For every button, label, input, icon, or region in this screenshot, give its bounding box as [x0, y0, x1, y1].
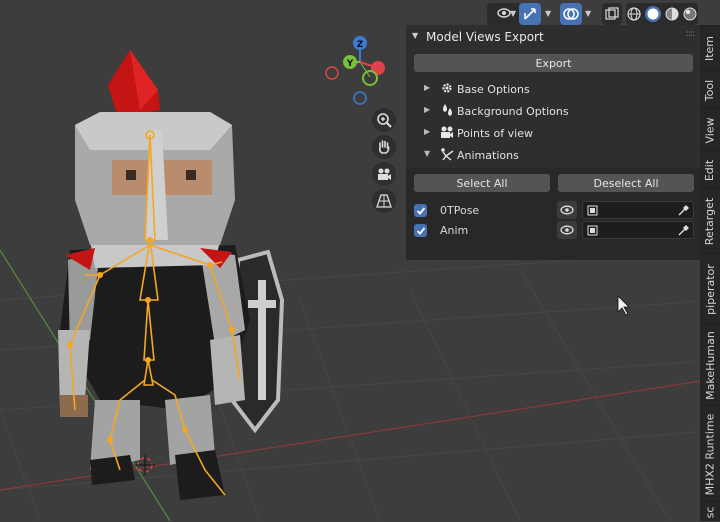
- action-name[interactable]: 0TPose: [440, 204, 479, 217]
- object-icon: [587, 205, 598, 216]
- eye-icon: [560, 205, 574, 215]
- eyedropper-icon[interactable]: [678, 205, 689, 216]
- panel-collapse-icon[interactable]: ▼: [412, 31, 418, 40]
- subpanel-label: Points of view: [457, 127, 533, 140]
- checkmark-icon: [416, 226, 425, 235]
- subpanel-label: Animations: [457, 149, 519, 162]
- drag-handle-icon[interactable]: ::::: [686, 29, 695, 39]
- perspective-toggle-button[interactable]: [372, 189, 396, 213]
- overlay-icon: [563, 8, 579, 20]
- camera-icon: [378, 168, 391, 180]
- action-row: Anim: [406, 221, 700, 241]
- collapse-arrow-icon: ▼: [424, 149, 431, 158]
- visibility-dropdown-icon[interactable]: ▼: [510, 9, 516, 18]
- tab-label: View: [703, 116, 717, 144]
- tab-label: MakeHuman: [703, 330, 717, 400]
- solid-shading-icon: [647, 8, 659, 20]
- gizmo-icon: [524, 8, 536, 20]
- action-visibility-button[interactable]: [557, 221, 577, 239]
- tab-label: Edit: [703, 159, 717, 181]
- animations-section: Select All Deselect All 0TPose Anim: [406, 168, 700, 260]
- gizmo-y-label: Y: [346, 59, 354, 69]
- select-all-button[interactable]: Select All: [414, 174, 550, 192]
- tab-piperator[interactable]: piperator: [700, 253, 720, 324]
- mouse-pointer-icon: [617, 295, 630, 316]
- action-visibility-button[interactable]: [557, 201, 577, 219]
- grid-perspective-icon: [376, 194, 392, 208]
- subpanel-label: Base Options: [457, 83, 530, 96]
- xray-icon: [605, 7, 619, 20]
- action-object-field[interactable]: [582, 201, 694, 219]
- tab-sc[interactable]: sc: [700, 501, 720, 522]
- tab-retarget[interactable]: Retarget: [700, 188, 720, 254]
- color-drops-icon: [443, 104, 452, 116]
- zoom-icon: [377, 113, 392, 128]
- navigation-gizmo[interactable]: Z Y: [325, 36, 385, 105]
- camera-icon: [441, 126, 453, 138]
- expand-arrow-icon: ▶: [424, 105, 431, 114]
- tab-tool[interactable]: Tool: [700, 70, 720, 109]
- solid-shading-button[interactable]: [645, 6, 661, 22]
- camera-view-button[interactable]: [372, 162, 396, 186]
- action-name[interactable]: Anim: [440, 224, 468, 237]
- rendered-shading-icon[interactable]: [683, 7, 697, 21]
- overlay-toggle-button[interactable]: [560, 3, 582, 25]
- model-views-export-panel: ▼ Model Views Export :::: Export ▶ Base …: [406, 25, 700, 260]
- tab-label: MHX2 Runtime: [703, 413, 717, 495]
- action-object-field[interactable]: [582, 221, 694, 239]
- visibility-button[interactable]: [487, 3, 523, 25]
- tab-label: Item: [703, 35, 717, 62]
- tab-makehuman[interactable]: MakeHuman: [700, 323, 720, 406]
- tab-item[interactable]: Item: [700, 25, 720, 71]
- object-icon: [587, 225, 598, 236]
- gear-icon: [442, 83, 452, 93]
- expand-arrow-icon: ▶: [424, 83, 431, 92]
- subpanel-background-options[interactable]: ▶ Background Options: [424, 102, 694, 122]
- export-button[interactable]: Export: [414, 54, 693, 72]
- deselect-all-button[interactable]: Deselect All: [558, 174, 694, 192]
- wireframe-shading-icon[interactable]: [627, 7, 641, 21]
- tab-label: Tool: [703, 79, 717, 101]
- zoom-button[interactable]: [372, 108, 396, 132]
- armature-icon: [441, 148, 454, 161]
- tab-label: piperator: [703, 263, 717, 315]
- pan-button[interactable]: [372, 135, 396, 159]
- subpanel-animations[interactable]: ▼ Animations: [424, 146, 694, 166]
- panel-title[interactable]: Model Views Export: [426, 30, 544, 44]
- hand-icon: [378, 140, 390, 154]
- tab-label: sc: [703, 506, 717, 518]
- checkmark-icon: [416, 206, 425, 215]
- subpanel-label: Background Options: [457, 105, 569, 118]
- overlay-dropdown-icon[interactable]: ▼: [585, 9, 591, 18]
- tab-label: Retarget: [703, 197, 717, 246]
- eyedropper-icon[interactable]: [678, 225, 689, 236]
- action-checkbox[interactable]: [414, 224, 427, 237]
- tab-mhx2-runtime[interactable]: MHX2 Runtime: [700, 405, 720, 502]
- eye-icon: [560, 225, 574, 235]
- action-checkbox[interactable]: [414, 204, 427, 217]
- sidebar-tabs: Item Tool View Edit Retarget piperator M…: [700, 25, 720, 521]
- gizmo-z-label: Z: [357, 40, 364, 50]
- action-row: 0TPose: [406, 201, 700, 221]
- tab-edit[interactable]: Edit: [700, 150, 720, 189]
- subpanel-points-of-view[interactable]: ▶ Points of view: [424, 124, 694, 144]
- subpanel-base-options[interactable]: ▶ Base Options: [424, 80, 694, 100]
- shading-mode-group: [626, 3, 698, 25]
- gizmo-toggle-button[interactable]: [519, 3, 541, 25]
- xray-toggle-button[interactable]: [602, 3, 622, 25]
- gizmo-dropdown-icon[interactable]: ▼: [545, 9, 551, 18]
- expand-arrow-icon: ▶: [424, 127, 431, 136]
- tab-view[interactable]: View: [700, 108, 720, 151]
- material-shading-icon[interactable]: [665, 7, 679, 21]
